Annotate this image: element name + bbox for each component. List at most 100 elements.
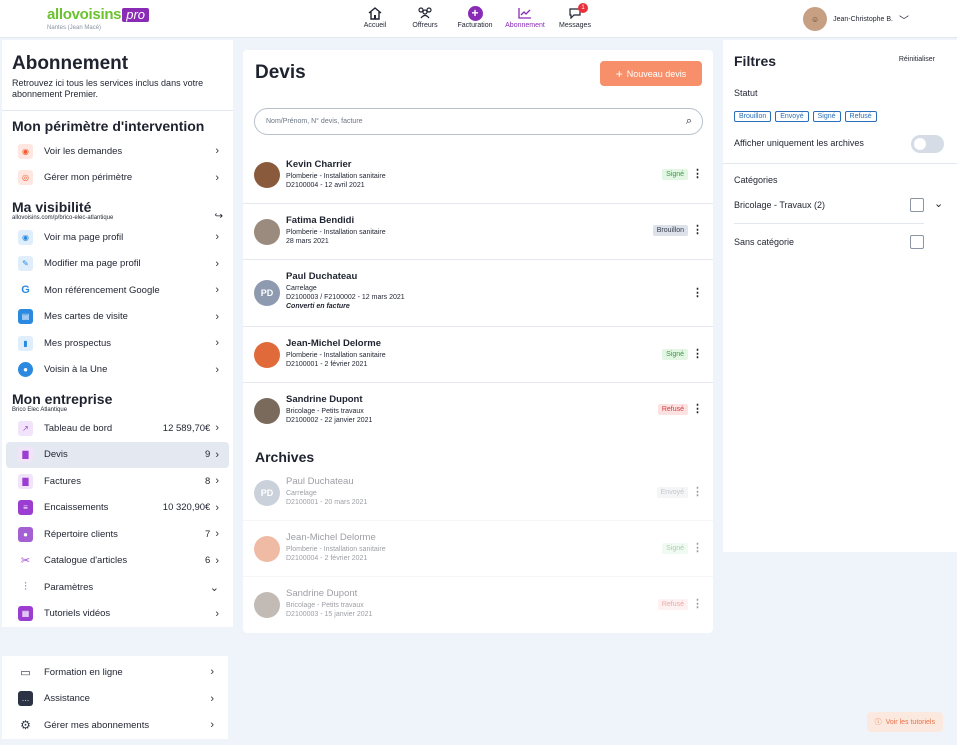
sidebar-item-prospectus[interactable]: ▮ Mes prospectus › [6, 330, 229, 357]
more-icon[interactable]: ⋮ [692, 402, 703, 415]
nav-abonnement[interactable]: Abonnement [500, 4, 550, 29]
archive-row[interactable]: Sandrine Dupont Bricolage - Petits trava… [243, 577, 713, 633]
chevron-right-icon: › [215, 145, 219, 158]
more-icon[interactable]: ⋮ [692, 286, 703, 299]
devis-row-text: Sandrine Dupont Bricolage - Petits trava… [286, 394, 372, 425]
avatar [254, 162, 280, 188]
more-icon[interactable]: ⋮ [692, 167, 703, 180]
sidebar-item-tutoriels[interactable]: ▦ Tutoriels vidéos › [6, 601, 229, 628]
sidebar-item-referencement-google[interactable]: G Mon référencement Google › [6, 277, 229, 304]
archive-row[interactable]: Jean-Michel Delorme Plomberie - Installa… [243, 521, 713, 577]
google-icon: G [18, 282, 33, 298]
plus-icon: + [615, 66, 623, 81]
more-icon[interactable]: ⋮ [692, 541, 703, 554]
sidebar-item-label: Formation en ligne [44, 666, 123, 678]
devis-row[interactable]: Sandrine Dupont Bricolage - Petits trava… [243, 383, 713, 439]
divider [734, 223, 924, 224]
user-name: Jean-Christophe B. [833, 15, 893, 23]
new-devis-button[interactable]: + Nouveau devis [600, 61, 702, 86]
sidebar-item-cartes-visite[interactable]: ▤ Mes cartes de visite › [6, 304, 229, 331]
sidebar-item-tableau-bord[interactable]: ↗ Tableau de bord 12 589,70€ › [6, 415, 229, 442]
sidebar-item-devis[interactable]: ▇ Devis 9 › [6, 441, 229, 468]
reset-button[interactable]: Réinitialiser [899, 56, 935, 63]
sidebar-item-voir-demandes[interactable]: ◉ Voir les demandes › [6, 138, 229, 165]
avatar [254, 398, 280, 424]
search-input[interactable]: Nom/Prénom, N° devis, facture ⌕ [254, 108, 703, 135]
devis-ref: D2100001 - 20 mars 2021 [286, 499, 368, 506]
sidebar-item-label: Mes cartes de visite [44, 311, 128, 323]
user-menu[interactable]: ☺ Jean-Christophe B. ﹀ [803, 7, 909, 31]
category-sans-checkbox[interactable] [910, 235, 924, 249]
filters-panel: Filtres Réinitialiser Statut Brouillon E… [723, 40, 957, 552]
devis-row[interactable]: Fatima Bendidi Plomberie - Installation … [243, 204, 713, 260]
chip-brouillon[interactable]: Brouillon [734, 111, 772, 122]
chevron-right-icon: › [215, 422, 219, 435]
sidebar-item-abonnements[interactable]: ⚙ Gérer mes abonnements › [6, 712, 224, 739]
sidebar-item-label: Paramètres [44, 581, 94, 593]
sidebar-item-label: Factures [44, 475, 81, 487]
chevron-right-icon: › [215, 310, 219, 323]
sidebar-item-label: Gérer mon périmètre [44, 172, 133, 184]
archive-row[interactable]: PD Paul Duchateau Carrelage D2100001 - 2… [243, 465, 713, 521]
messages-badge: 1 [578, 3, 588, 13]
sidebar-item-label: Encaissements [44, 502, 109, 514]
main-nav: Accueil Offreurs + Facturation Abonnemen… [350, 3, 600, 29]
help-icon: ⓘ [874, 719, 882, 726]
sidebar-item-assistance[interactable]: … Assistance › [6, 686, 224, 713]
more-icon[interactable]: ⋮ [692, 597, 703, 610]
sidebar: Abonnement Retrouvez ici tous les servic… [2, 40, 233, 627]
nav-messages-label: Messages [559, 22, 591, 29]
sidebar-item-formation[interactable]: ▭ Formation en ligne › [6, 659, 224, 686]
devis-category: Bricolage - Petits travaux [286, 408, 364, 415]
archive-toggle[interactable] [911, 135, 944, 153]
nav-messages[interactable]: 1 Messages [550, 3, 600, 29]
chip-envoye[interactable]: Envoyé [775, 111, 809, 122]
sidebar-item-catalogue[interactable]: ✂ Catalogue d'articles 6 › [6, 548, 229, 575]
nav-offreurs[interactable]: Offreurs [400, 4, 450, 29]
chevron-down-icon[interactable]: ⌄ [934, 197, 943, 210]
chart-icon: ↗ [18, 420, 33, 436]
devis-row[interactable]: PD Paul Duchateau Carrelage D2100003 / F… [243, 260, 713, 327]
devis-conversion: Converti en facture [286, 303, 350, 310]
avatar [254, 342, 280, 368]
chip-signe[interactable]: Signé [812, 111, 841, 122]
more-icon[interactable]: ⋮ [692, 223, 703, 236]
status-badge: Refusé [657, 404, 688, 415]
tutorial-button[interactable]: ⓘ Voir les tutoriels [866, 712, 943, 732]
category-bricolage-checkbox[interactable] [910, 198, 924, 212]
more-icon[interactable]: ⋮ [692, 485, 703, 498]
sidebar-item-factures[interactable]: ▇ Factures 8 › [6, 468, 229, 495]
brand-pro: pro [122, 8, 150, 22]
devis-category: Plomberie - Installation sanitaire [286, 229, 386, 236]
devis-row-text: Jean-Michel Delorme Plomberie - Installa… [286, 338, 386, 369]
divider [723, 163, 957, 164]
chevron-down-icon: ﹀ [899, 15, 909, 27]
sidebar-item-repertoire-clients[interactable]: ● Répertoire clients 7 › [6, 521, 229, 548]
statut-label: Statut [734, 88, 758, 98]
share-icon[interactable]: ↪ [215, 211, 223, 222]
search-icon[interactable]: ⌕ [686, 115, 692, 128]
category-bricolage-label: Bricolage - Travaux (2) [734, 200, 826, 210]
sidebar-item-modifier-profil[interactable]: ✎ Modifier ma page profil › [6, 251, 229, 278]
avatar: PD [254, 280, 280, 306]
chevron-right-icon: › [215, 607, 219, 620]
nav-facturation[interactable]: + Facturation [450, 4, 500, 29]
doc-icon: ▇ [18, 473, 33, 489]
devis-row[interactable]: Kevin Charrier Plomberie - Installation … [243, 148, 713, 204]
logo[interactable]: allovoisins pro Nantes (Jean Macé) [47, 6, 150, 31]
devis-row[interactable]: Jean-Michel Delorme Plomberie - Installa… [243, 327, 713, 383]
client-name: Sandrine Dupont [286, 394, 363, 405]
chevron-right-icon: › [215, 501, 219, 514]
sidebar-item-voir-profil[interactable]: ◉ Voir ma page profil › [6, 224, 229, 251]
sidebar-item-voisin-une[interactable]: ● Voisin à la Une › [6, 357, 229, 384]
plus-circle-icon: + [467, 4, 483, 22]
devis-category: Carrelage [286, 285, 317, 292]
more-icon[interactable]: ⋮ [692, 347, 703, 360]
sidebar-item-encaissements[interactable]: ≡ Encaissements 10 320,90€ › [6, 495, 229, 522]
sidebar-item-parametres[interactable]: ⫶ Paramètres ⌄ [6, 574, 229, 601]
eye-icon: ◉ [18, 229, 33, 245]
chip-refuse[interactable]: Refusé [844, 111, 877, 122]
devis-ref: D2100002 - 22 janvier 2021 [286, 417, 373, 424]
nav-accueil[interactable]: Accueil [350, 4, 400, 29]
sidebar-item-gerer-perimetre[interactable]: ◎ Gérer mon périmètre › [6, 165, 229, 192]
